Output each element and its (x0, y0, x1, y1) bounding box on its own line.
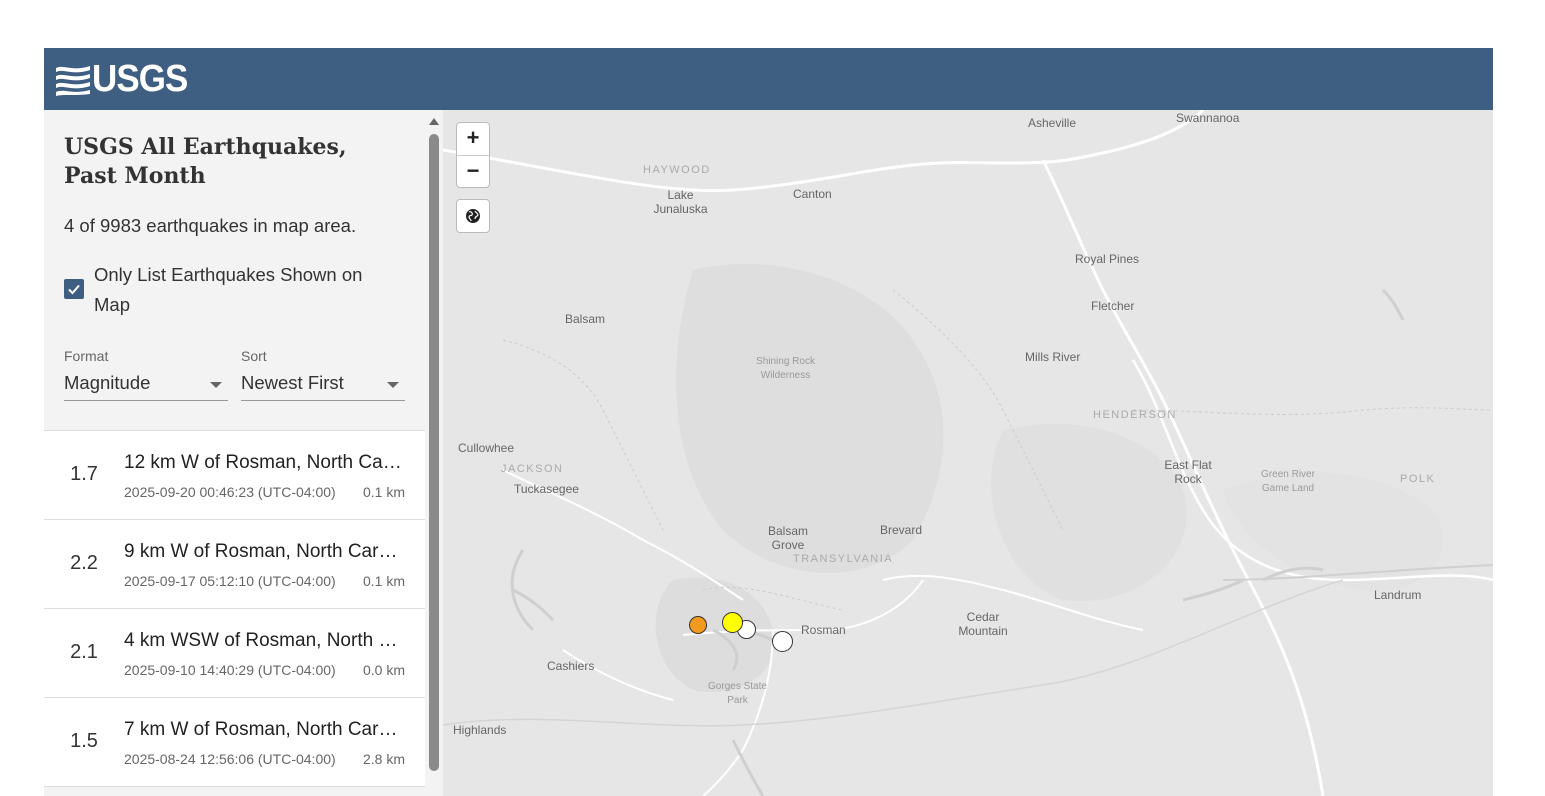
magnitude: 1.7 (70, 463, 98, 485)
map-label-jackson: JACKSON (501, 463, 564, 475)
event-time: 2025-09-20 00:46:23 (UTC-04:00) (124, 484, 336, 500)
map-label-mills-river: Mills River (1025, 350, 1081, 364)
map-label-brevard: Brevard (880, 523, 923, 537)
earthquake-list: 1.7 12 km W of Rosman, North Carolina 20… (44, 430, 425, 787)
usgs-logo[interactable]: USGS (56, 57, 196, 100)
earthquake-marker[interactable] (722, 612, 743, 633)
earthquake-row[interactable]: 2.1 4 km WSW of Rosman, North Carolina 2… (44, 609, 425, 698)
sort-value: Newest First (241, 372, 344, 393)
event-time: 2025-08-24 12:56:06 (UTC-04:00) (124, 751, 336, 767)
format-field: Format Magnitude (64, 348, 228, 401)
map-label-gorges-state-park: Gorges State Park (708, 681, 767, 706)
map-label-polk: POLK (1400, 473, 1436, 485)
magnitude: 2.1 (70, 641, 98, 663)
list-scrollbar[interactable] (425, 110, 443, 796)
event-time: 2025-09-10 14:40:29 (UTC-04:00) (124, 662, 336, 678)
map-label-haywood: HAYWOOD (643, 164, 711, 176)
map-label-cedar-mountain: Cedar Mountain (958, 610, 1008, 638)
map-label-green-river: Green River Game Land (1261, 469, 1315, 494)
basemap (443, 110, 1493, 796)
checkmark-icon (68, 284, 80, 295)
scroll-thumb[interactable] (429, 134, 439, 771)
caret-down-icon (387, 382, 399, 388)
earthquake-count: 4 of 9983 earthquakes in map area. (64, 215, 357, 236)
format-caption: Format (64, 348, 109, 364)
list-panel: USGS All Earthquakes, Past Month 4 of 99… (44, 110, 425, 796)
caret-down-icon (210, 382, 222, 388)
globe-button[interactable] (456, 199, 490, 233)
map-label-east-flat-rock: East Flat Rock (1164, 458, 1212, 486)
globe-icon (466, 209, 480, 223)
map-label-balsam-grove: Balsam Grove (767, 524, 808, 552)
map-label-shining-rock: Shining Rock Wilderness (756, 356, 815, 381)
event-depth: 2.8 km (362, 751, 405, 767)
earthquake-row[interactable]: 1.5 7 km W of Rosman, North Carolina 202… (44, 698, 425, 787)
sort-field: Sort Newest First (241, 348, 405, 401)
place-name: 12 km W of Rosman, North Carolina (124, 452, 407, 473)
logo-text: USGS (92, 57, 188, 100)
format-select[interactable]: Magnitude (64, 372, 228, 401)
zoom-in-button[interactable]: + (457, 123, 489, 155)
map-label-fletcher: Fletcher (1091, 299, 1135, 313)
map-label-cashiers: Cashiers (547, 659, 595, 673)
magnitude: 1.5 (70, 730, 98, 752)
map-label-asheville: Asheville (1028, 116, 1077, 130)
sort-select[interactable]: Newest First (241, 372, 405, 401)
map-view[interactable]: Asheville Swannanoa HAYWOOD Lake Junalus… (443, 110, 1493, 796)
header-bar: USGS (44, 48, 1493, 110)
event-depth: 0.1 km (362, 573, 405, 589)
place-name: 9 km W of Rosman, North Carolina (124, 541, 407, 562)
earthquake-marker[interactable] (772, 631, 793, 652)
map-label-cullowhee: Cullowhee (458, 441, 515, 455)
only-list-option[interactable]: Only List Earthquakes Shown on Map (64, 260, 394, 320)
map-label-balsam: Balsam (565, 312, 606, 326)
map-label-transylvania: TRANSYLVANIA (793, 553, 894, 565)
place-name: 4 km WSW of Rosman, North Carolina (124, 630, 407, 651)
only-list-checkbox[interactable] (64, 279, 84, 299)
usgs-wave-icon (56, 66, 90, 96)
map-label-henderson: HENDERSON (1093, 409, 1177, 421)
format-value: Magnitude (64, 372, 151, 393)
map-label-landrum: Landrum (1374, 588, 1422, 602)
map-label-swannanoa: Swannanoa (1176, 111, 1240, 125)
map-label-rosman: Rosman (801, 623, 846, 637)
only-list-label: Only List Earthquakes Shown on Map (94, 264, 363, 315)
place-name: 7 km W of Rosman, North Carolina (124, 719, 407, 740)
event-depth: 0.1 km (362, 484, 405, 500)
map-label-royal-pines: Royal Pines (1075, 252, 1140, 266)
earthquake-marker[interactable] (689, 616, 707, 634)
earthquake-row[interactable]: 2.2 9 km W of Rosman, North Carolina 202… (44, 520, 425, 609)
zoom-control: + − (456, 122, 490, 188)
map-label-highlands: Highlands (453, 723, 507, 737)
scroll-up-arrow-icon[interactable] (429, 118, 439, 125)
panel-title: USGS All Earthquakes, Past Month (64, 134, 347, 189)
map-label-lake-junaluska: Lake Junaluska (653, 188, 708, 216)
app-window: USGS USGS All Earthquakes, Past Month 4 … (44, 48, 1493, 796)
sort-caption: Sort (241, 348, 267, 364)
map-label-canton: Canton (793, 187, 832, 201)
earthquake-row[interactable]: 1.7 12 km W of Rosman, North Carolina 20… (44, 431, 425, 520)
map-label-tuckasegee: Tuckasegee (514, 482, 579, 496)
magnitude: 2.2 (70, 552, 98, 574)
zoom-out-button[interactable]: − (457, 155, 489, 188)
event-time: 2025-09-17 05:12:10 (UTC-04:00) (124, 573, 336, 589)
event-depth: 0.0 km (362, 662, 405, 678)
